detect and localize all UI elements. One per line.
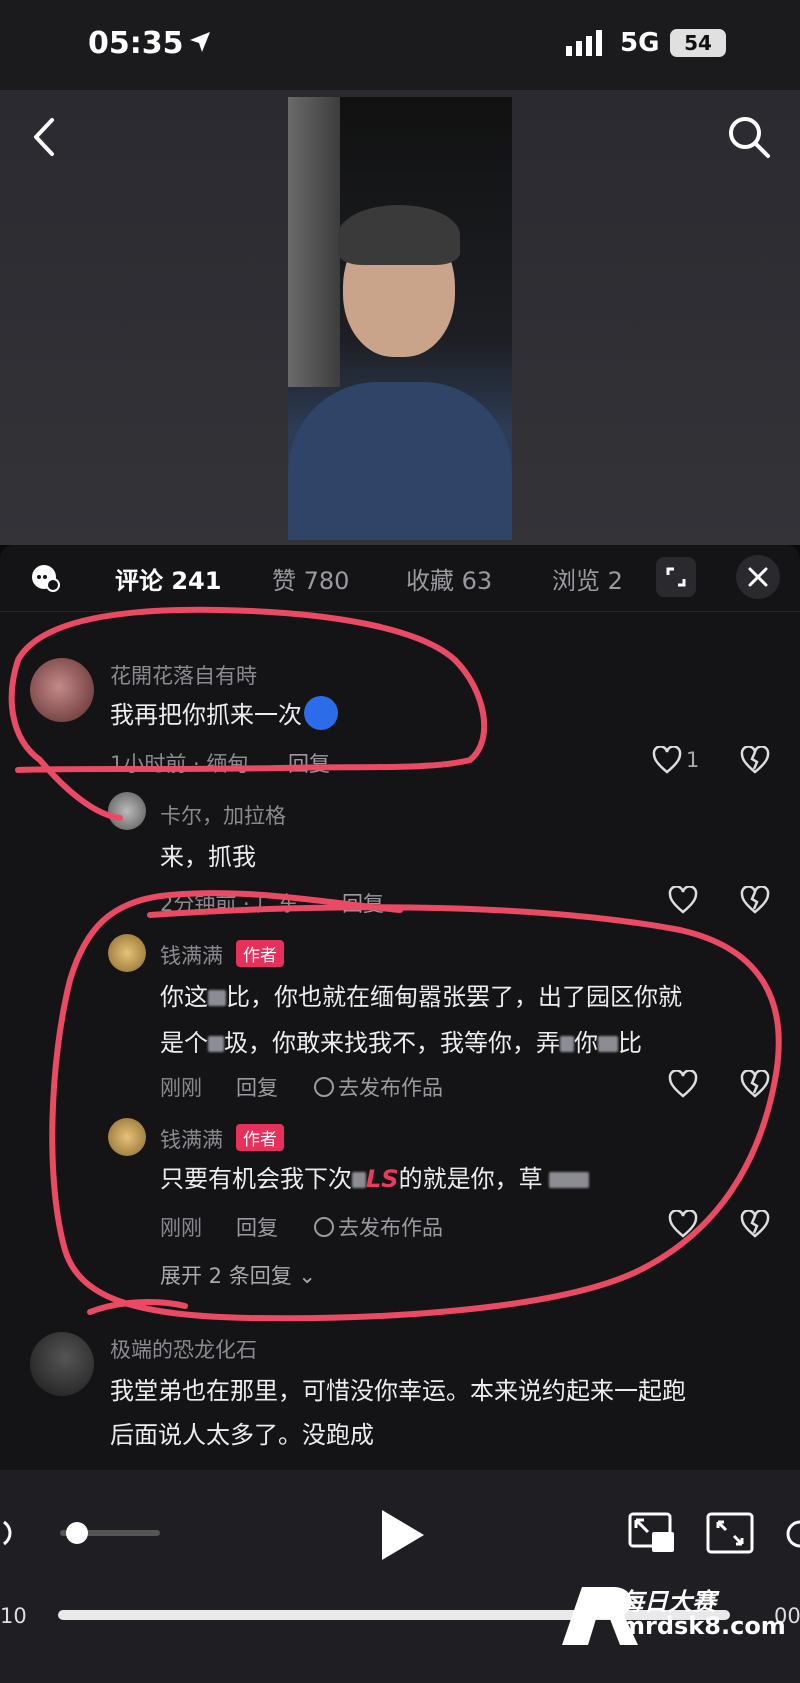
thumbnail-person-hair — [338, 205, 460, 265]
video-player-controls: 10 00 每日大赛 mrdsk8.com — [0, 1470, 800, 1683]
gear-icon[interactable] — [784, 1514, 800, 1554]
network-type: 5G — [620, 28, 660, 58]
comment-username[interactable]: 钱满满 — [160, 1124, 223, 1154]
avatar[interactable] — [108, 934, 146, 972]
expand-replies-button[interactable]: 展开 2 条回复 ⌄ — [160, 1260, 316, 1290]
comment-username[interactable]: 钱满满 — [160, 940, 223, 970]
status-bar: 05:35 5G 54 — [0, 0, 800, 90]
reply-button[interactable]: 回复 — [342, 888, 384, 918]
comment-text-part: 比 — [618, 1029, 642, 1057]
thumbnail-person-body — [288, 382, 512, 540]
tab-comments[interactable]: 评论 241 — [115, 561, 221, 596]
volume-slider-knob[interactable] — [66, 1522, 88, 1544]
publish-work-label: 去发布作品 — [338, 1216, 443, 1240]
comment-text-part: 圾，你敢来找我不，我等你，弄 — [224, 1029, 560, 1057]
upload-icon — [314, 1077, 334, 1097]
comment-text-part: 只要有机会我下次 — [160, 1165, 352, 1193]
expand-icon — [666, 567, 686, 587]
comment-text-content: 我再把你抓来一次 — [110, 701, 302, 729]
video-thumbnail[interactable] — [288, 97, 512, 540]
comment-text: 来，抓我 — [160, 843, 256, 871]
broken-heart-icon[interactable] — [740, 746, 770, 774]
comment-text: 我再把你抓来一次 — [110, 692, 338, 738]
comment-text-line: 我堂弟也在那里，可惜没你幸运。本来说约起来一起跑 — [110, 1377, 686, 1405]
chevron-down-icon: ⌄ — [298, 1264, 317, 1288]
heart-icon[interactable] — [652, 746, 682, 774]
watermark-url: mrdsk8.com — [620, 1612, 786, 1640]
censored-blur — [208, 1036, 224, 1052]
comment-time: 2分钟前 · 广东 — [160, 892, 299, 916]
broken-heart-icon[interactable] — [740, 886, 770, 914]
close-icon — [748, 567, 768, 587]
censored-blur — [352, 1172, 366, 1188]
comment-time: 刚刚 — [160, 1216, 202, 1240]
publish-work-label: 去发布作品 — [338, 1076, 443, 1100]
search-icon[interactable] — [726, 114, 772, 160]
play-icon[interactable] — [378, 1508, 426, 1562]
author-badge: 作者 — [236, 940, 284, 967]
tab-favorites[interactable]: 收藏 63 — [406, 561, 492, 596]
tab-likes[interactable]: 赞 780 — [272, 561, 349, 596]
current-time: 10 — [0, 1604, 27, 1628]
close-panel-button[interactable] — [736, 555, 780, 599]
like-count: 1 — [686, 748, 700, 772]
heart-icon[interactable] — [668, 1210, 698, 1238]
comment-time: 1小时前 · 缅甸 — [110, 752, 249, 776]
reply-button[interactable]: 回复 — [236, 1212, 278, 1242]
comment-text-part: 的就是你，草 — [398, 1165, 543, 1193]
thumbnail-pillar — [288, 97, 340, 387]
comment-text-part: 是个 — [160, 1029, 208, 1057]
expand-panel-button[interactable] — [656, 557, 696, 597]
comment-text-line: 是个 圾，你敢来找我不，我等你，弄你比 — [160, 1020, 642, 1066]
censored-blur — [560, 1036, 574, 1052]
broken-heart-icon[interactable] — [740, 1070, 770, 1098]
publish-work-button[interactable]: 去发布作品 — [314, 1072, 443, 1102]
comment-username[interactable]: 极端的恐龙化石 — [110, 1334, 257, 1364]
reply-button[interactable]: 回复 — [236, 1072, 278, 1102]
comment-text-line: 后面说人太多了。没跑成 — [110, 1421, 374, 1449]
tab-divider — [0, 611, 800, 612]
author-badge: 作者 — [236, 1124, 284, 1151]
chat-bubble-icon[interactable] — [30, 563, 60, 593]
censored-blur — [548, 1172, 589, 1188]
comment-username[interactable]: 卡尔，加拉格 — [160, 800, 286, 830]
heart-icon[interactable] — [668, 886, 698, 914]
comment-text-line: 你这 比，你也就在缅甸嚣张罢了，出了园区你就 — [160, 974, 682, 1020]
fullscreen-icon[interactable] — [706, 1512, 754, 1554]
comments-tab-bar: 评论 241 赞 780 收藏 63 浏览 2 — [0, 545, 800, 609]
upload-icon — [314, 1217, 334, 1237]
expand-replies-label: 展开 2 条回复 — [160, 1264, 292, 1288]
signal-icon — [566, 30, 602, 56]
avatar[interactable] — [108, 792, 146, 830]
comment-text-part: 你这 — [160, 983, 208, 1011]
handwritten-mark: LS — [366, 1165, 399, 1193]
censored-blur — [598, 1036, 618, 1052]
status-time: 05:35 — [88, 26, 184, 61]
publish-work-button[interactable]: 去发布作品 — [314, 1212, 443, 1242]
comment-text-part: 你 — [574, 1029, 598, 1057]
battery-icon: 54 — [670, 29, 726, 57]
emoji-icon — [304, 696, 338, 730]
broken-heart-icon[interactable] — [740, 1210, 770, 1238]
avatar[interactable] — [30, 1332, 94, 1396]
comment-time: 刚刚 — [160, 1076, 202, 1100]
reply-button[interactable]: 回复 — [288, 748, 330, 778]
avatar[interactable] — [30, 658, 94, 722]
picture-in-picture-icon[interactable] — [628, 1512, 676, 1554]
back-arrow-icon[interactable] — [26, 112, 62, 162]
censored-blur — [208, 990, 226, 1006]
comment-text-part: 比，你也就在缅甸嚣张罢了，出了园区你就 — [226, 983, 682, 1011]
tab-views[interactable]: 浏览 2 — [552, 561, 623, 596]
location-arrow-icon — [190, 32, 210, 52]
volume-icon[interactable] — [0, 1518, 16, 1548]
avatar[interactable] — [108, 1118, 146, 1156]
heart-icon[interactable] — [668, 1070, 698, 1098]
comment-text-line: 只要有机会我下次 LS的就是你，草 — [160, 1156, 589, 1202]
comment-username[interactable]: 花開花落自有時 — [110, 660, 257, 690]
